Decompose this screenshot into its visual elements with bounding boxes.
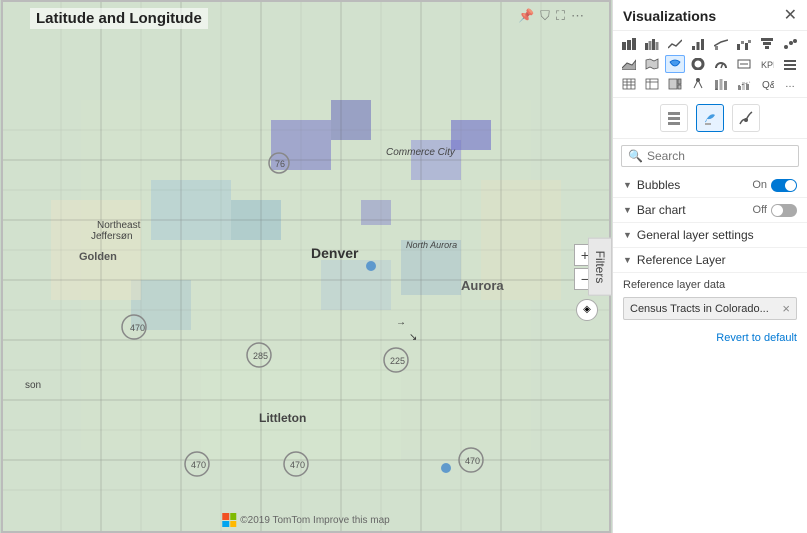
bar-chart-chevron: ▼ <box>623 205 632 215</box>
analytics-tab-icon[interactable] <box>732 104 760 132</box>
format-paint-icon[interactable] <box>696 104 724 132</box>
filters-tab[interactable]: Filters <box>588 237 612 296</box>
revert-to-default-button[interactable]: Revert to default <box>613 326 807 346</box>
map-footer: ©2019 TomTom Improve this map <box>222 513 389 527</box>
slicer-icon[interactable] <box>780 55 800 73</box>
format-tab-row <box>613 98 807 139</box>
bar-chart-toggle-label: Off <box>753 204 767 216</box>
svg-text:470: 470 <box>465 456 480 466</box>
waterfall-icon[interactable] <box>734 35 754 53</box>
svg-text:Northeast: Northeast <box>97 220 141 231</box>
map-attribution: ©2019 TomTom Improve this map <box>240 515 389 526</box>
svg-text:470: 470 <box>290 460 305 470</box>
more-visuals-icon[interactable]: … <box>780 75 800 93</box>
visualizations-panel: Visualizations ✕ KPI Q&A … <box>612 0 807 533</box>
general-chevron: ▼ <box>623 230 632 240</box>
svg-text:Q&A: Q&A <box>762 80 774 90</box>
kpi-icon[interactable]: KPI <box>757 55 777 73</box>
bubbles-chevron: ▼ <box>623 180 632 190</box>
bubbles-toggle[interactable]: On <box>752 179 797 192</box>
svg-text:Jeffersøn: Jeffersøn <box>91 231 133 242</box>
search-box[interactable]: 🔍 <box>621 145 799 167</box>
scatter-icon[interactable] <box>780 35 800 53</box>
ref-tag: Census Tracts in Colorado... × <box>623 297 797 320</box>
svg-text:son: son <box>25 380 41 391</box>
reference-layer-content: Reference layer data Census Tracts in Co… <box>613 273 807 326</box>
filled-map-icon[interactable] <box>665 55 685 73</box>
line-chart-icon[interactable] <box>665 35 685 53</box>
panel-header: Visualizations ✕ <box>613 0 807 31</box>
general-layer-section[interactable]: ▼ General layer settings <box>613 223 807 248</box>
ref-layer-label: Reference Layer <box>637 253 797 267</box>
bar-chart-icon[interactable] <box>688 35 708 53</box>
waterfall2-icon[interactable] <box>734 75 754 93</box>
area-chart-icon[interactable] <box>619 55 639 73</box>
svg-text:Aurora: Aurora <box>461 278 504 293</box>
bar-chart-toggle[interactable]: Off <box>753 204 797 217</box>
svg-text:285: 285 <box>253 351 268 361</box>
qna-icon[interactable]: Q&A <box>757 75 777 93</box>
search-input[interactable] <box>647 149 792 163</box>
stacked-bar-icon[interactable] <box>619 35 639 53</box>
svg-text:470: 470 <box>130 323 145 333</box>
ref-tag-remove-button[interactable]: × <box>782 301 790 316</box>
bubbles-label: Bubbles <box>637 178 752 192</box>
svg-text:KPI: KPI <box>761 60 774 70</box>
fields-icon[interactable] <box>660 104 688 132</box>
donut-icon[interactable] <box>688 55 708 73</box>
bubbles-toggle-label: On <box>752 179 767 191</box>
pin-icon[interactable]: 📌 <box>518 8 534 24</box>
vis-icon-grid: KPI Q&A … <box>613 31 807 98</box>
combo-chart-icon[interactable] <box>711 35 731 53</box>
ref-data-label: Reference layer data <box>623 279 797 291</box>
general-layer-label: General layer settings <box>637 228 797 242</box>
svg-text:76: 76 <box>275 159 285 169</box>
bar-chart-toggle-track[interactable] <box>771 204 797 217</box>
ribbon-icon[interactable] <box>711 75 731 93</box>
search-icon: 🔍 <box>628 149 643 163</box>
ref-tag-text: Census Tracts in Colorado... <box>630 303 769 315</box>
bubbles-toggle-track[interactable] <box>771 179 797 192</box>
map-title: Latitude and Longitude <box>30 8 208 29</box>
map-container[interactable]: 470 285 225 470 470 470 76 Commerce City… <box>0 0 612 533</box>
ref-layer-chevron: ▼ <box>623 255 632 265</box>
fullscreen-icon[interactable]: ⛶ <box>556 8 565 24</box>
decomposition-icon[interactable] <box>688 75 708 93</box>
matrix-icon[interactable] <box>642 75 662 93</box>
map-icon[interactable] <box>642 55 662 73</box>
panel-close-button[interactable]: ✕ <box>784 8 797 24</box>
table-icon[interactable] <box>619 75 639 93</box>
svg-text:North Aurora: North Aurora <box>406 240 457 250</box>
svg-text:225: 225 <box>390 356 405 366</box>
card-icon[interactable] <box>734 55 754 73</box>
bubbles-section[interactable]: ▼ Bubbles On <box>613 173 807 198</box>
svg-text:Golden: Golden <box>79 251 117 263</box>
panel-title: Visualizations <box>623 8 716 24</box>
bar-chart-section[interactable]: ▼ Bar chart Off <box>613 198 807 223</box>
gauge-icon[interactable] <box>711 55 731 73</box>
microsoft-logo <box>222 513 236 527</box>
panel-sections: ▼ Bubbles On ▼ Bar chart Off ▼ Gener <box>613 173 807 533</box>
filter-icon[interactable]: ⛉ <box>540 8 550 24</box>
reference-layer-section[interactable]: ▼ Reference Layer <box>613 248 807 273</box>
clustered-bar-icon[interactable] <box>642 35 662 53</box>
bar-chart-label: Bar chart <box>637 203 753 217</box>
svg-text:→: → <box>396 317 406 328</box>
map-toolbar: 📌 ⛉ ⛶ ⋯ <box>518 8 584 24</box>
svg-text:Commerce City: Commerce City <box>386 147 456 158</box>
treemap-icon[interactable] <box>665 75 685 93</box>
funnel-icon[interactable] <box>757 35 777 53</box>
svg-text:Denver: Denver <box>311 245 359 261</box>
svg-text:Littleton: Littleton <box>259 411 306 425</box>
svg-text:470: 470 <box>191 460 206 470</box>
svg-text:↘: ↘ <box>409 332 417 343</box>
pan-button[interactable]: ◈ <box>576 299 598 321</box>
more-icon[interactable]: ⋯ <box>571 8 584 24</box>
